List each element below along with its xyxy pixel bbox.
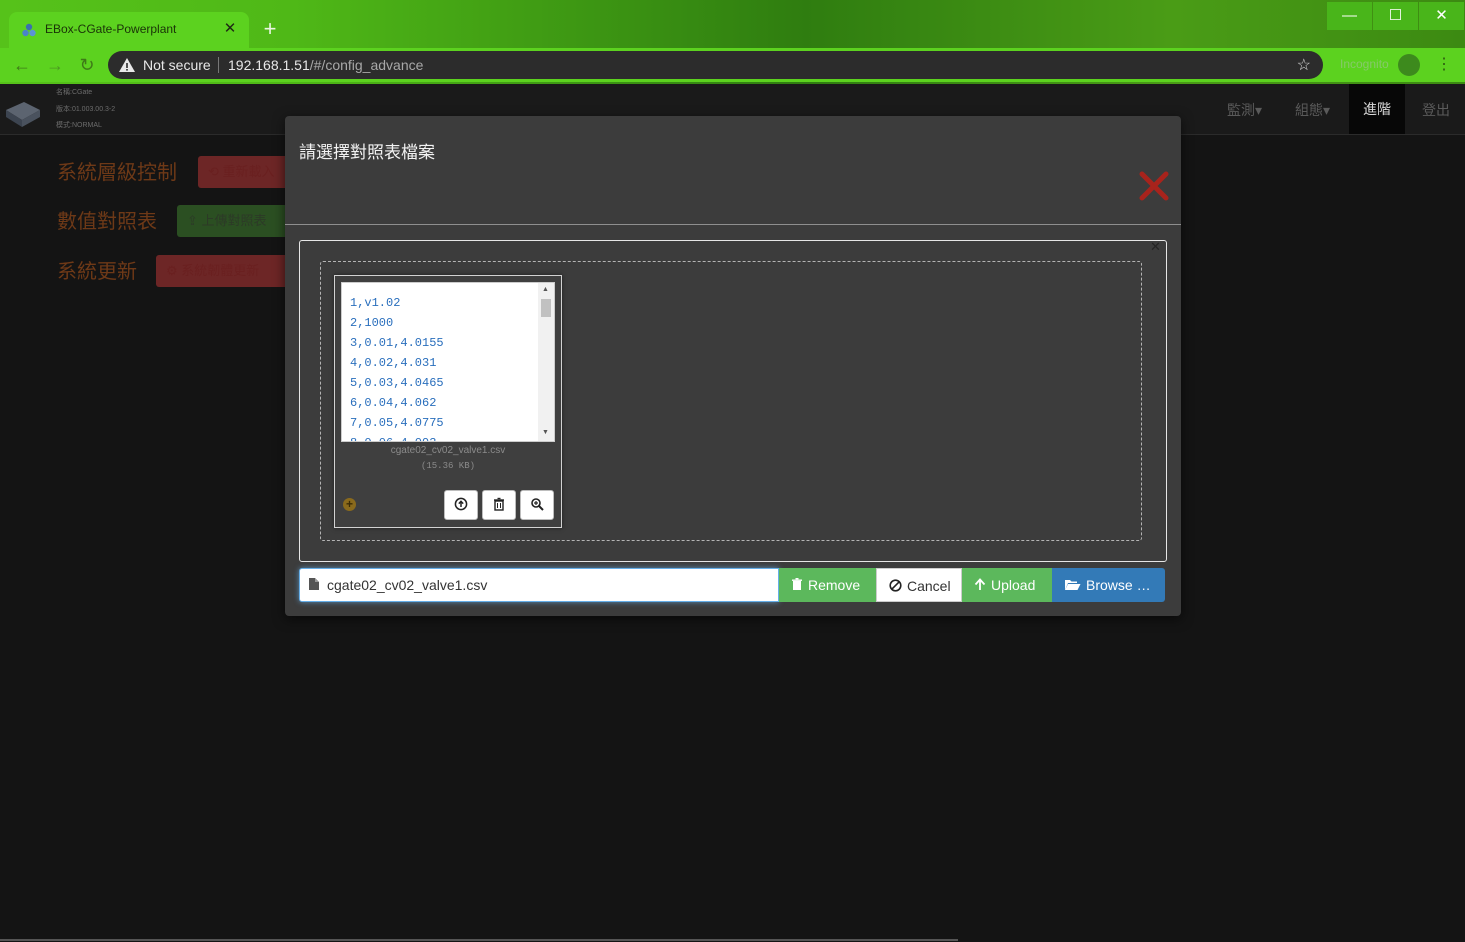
incognito-label: Incognito (1340, 57, 1389, 71)
upload-button[interactable]: Upload (962, 568, 1052, 602)
new-tab-button[interactable]: + (258, 18, 282, 42)
device-name: 名稱:CGate (56, 89, 93, 96)
clear-preview-icon[interactable]: ✕ (1150, 239, 1161, 255)
address-bar[interactable]: Not secure 192.168.1.51/#/config_advance… (108, 51, 1323, 79)
browser-menu-icon[interactable]: ⋮ (1436, 54, 1452, 74)
zoom-file-button[interactable] (520, 490, 554, 520)
forward-arrow-icon[interactable]: → (43, 53, 67, 77)
nav-monitor[interactable]: 監測▾ (1227, 100, 1262, 120)
browser-toolbar: ← → ↻ Not secure 192.168.1.51/#/config_a… (0, 48, 1465, 82)
preview-line: 5,0.03,4.0465 (350, 376, 444, 390)
folder-open-icon (1065, 580, 1081, 591)
maximize-button[interactable]: ☐ (1373, 2, 1418, 30)
modal-divider (285, 224, 1181, 225)
nav-logout[interactable]: 登出 (1422, 100, 1450, 120)
upload-circle-icon (454, 497, 468, 511)
scroll-thumb[interactable] (541, 299, 551, 317)
delete-file-button[interactable] (482, 490, 516, 520)
url-host: 192.168.1.51 (228, 57, 310, 73)
cancel-label: Cancel (907, 578, 951, 594)
trash-icon (494, 497, 504, 511)
thumbnail-file-size: (15.36 KB) (420, 461, 475, 471)
preview-line: 1,v1.02 (350, 296, 401, 310)
url-path: /#/config_advance (309, 57, 424, 73)
nav-advanced[interactable]: 進階 (1349, 84, 1405, 134)
warning-icon (119, 58, 135, 72)
tab-title: EBox-CGate-Powerplant (45, 22, 177, 36)
file-input-preview: ✕ 1,v1.02 2,1000 3,0.01,4.0155 4,0.02,4.… (299, 239, 1167, 562)
recycle-icon (22, 23, 36, 37)
incognito-icon[interactable] (1398, 54, 1420, 76)
file-select-modal: 請選擇對照表檔案 ✕ 1,v1.02 2,1000 3,0.01,4.0155 … (285, 116, 1181, 616)
drop-zone[interactable]: 1,v1.02 2,1000 3,0.01,4.0155 4,0.02,4.03… (320, 261, 1142, 541)
arrow-up-icon (974, 578, 986, 591)
selected-file-name: cgate02_cv02_valve1.csv (327, 577, 488, 593)
ban-icon (889, 579, 902, 592)
back-arrow-icon[interactable]: ← (10, 53, 34, 77)
thumbnail-file-name: cgate02_cv02_valve1.csv (390, 445, 506, 456)
remove-label: Remove (808, 577, 861, 593)
file-thumbnail: 1,v1.02 2,1000 3,0.01,4.0155 4,0.02,4.03… (334, 275, 562, 528)
close-icon[interactable] (1136, 168, 1172, 204)
upload-icon: ⇪ (187, 213, 202, 228)
omnibox-separator (218, 57, 219, 73)
close-window-button[interactable]: ✕ (1419, 2, 1464, 30)
browser-tab[interactable]: EBox-CGate-Powerplant ✕ (9, 12, 249, 48)
security-label: Not secure (143, 57, 211, 73)
file-input-group: cgate02_cv02_valve1.csv Remove Cancel Up… (299, 568, 1165, 602)
firmware-update-label: 系統韌體更新 (181, 263, 260, 278)
preview-line: 2,1000 (350, 316, 394, 330)
browse-label: Browse … (1086, 577, 1151, 593)
system-control-label: 系統層級控制 (57, 162, 177, 184)
tab-close-icon[interactable]: ✕ (221, 20, 239, 38)
browser-chrome: EBox-CGate-Powerplant ✕ + — ☐ ✕ ← → ↻ No… (0, 0, 1465, 84)
system-update-label: 系統更新 (57, 261, 137, 283)
preview-line: 4,0.02,4.031 (350, 356, 437, 370)
status-bar-line (0, 939, 958, 941)
reload-system-label: 重新載入 (222, 164, 275, 179)
upload-file-button[interactable] (444, 490, 478, 520)
remove-button[interactable]: Remove (779, 568, 876, 602)
device-logo-icon (6, 102, 40, 127)
minimize-button[interactable]: — (1327, 2, 1372, 30)
value-table-label: 數值對照表 (57, 211, 157, 233)
browse-button[interactable]: Browse … (1052, 568, 1165, 602)
zoom-in-icon (531, 498, 544, 511)
scroll-down-icon[interactable]: ▼ (542, 429, 549, 436)
url-text: 192.168.1.51/#/config_advance (228, 57, 423, 73)
file-caption-field[interactable]: cgate02_cv02_valve1.csv (299, 568, 779, 602)
upload-table-label: 上傳對照表 (201, 213, 267, 228)
device-version: 版本:01.003.00.3-2 (56, 106, 116, 113)
modal-title: 請選擇對照表檔案 (299, 143, 435, 162)
preview-line: 7,0.05,4.0775 (350, 416, 444, 430)
nav-config[interactable]: 組態▾ (1295, 100, 1330, 120)
trash-icon (792, 578, 802, 591)
upload-label: Upload (991, 577, 1036, 593)
preview-line: 3,0.01,4.0155 (350, 336, 444, 350)
file-icon (309, 578, 319, 590)
cancel-button[interactable]: Cancel (876, 568, 962, 602)
preview-scrollbar[interactable]: ▲ ▼ (538, 283, 554, 441)
reload-icon[interactable]: ↻ (75, 53, 99, 77)
device-mode: 模式:NORMAL (56, 122, 102, 129)
preview-line: 8,0.06,4.093 (350, 433, 535, 441)
reload-icon: ⟲ (208, 164, 223, 179)
pending-status-icon: + (343, 498, 356, 511)
preview-line: 6,0.04,4.062 (350, 396, 437, 410)
firmware-icon: ⚙ (166, 263, 182, 278)
file-preview-text[interactable]: 1,v1.02 2,1000 3,0.01,4.0155 4,0.02,4.03… (341, 282, 555, 442)
scroll-up-icon[interactable]: ▲ (542, 286, 549, 293)
bookmark-star-icon[interactable]: ☆ (1297, 55, 1311, 75)
